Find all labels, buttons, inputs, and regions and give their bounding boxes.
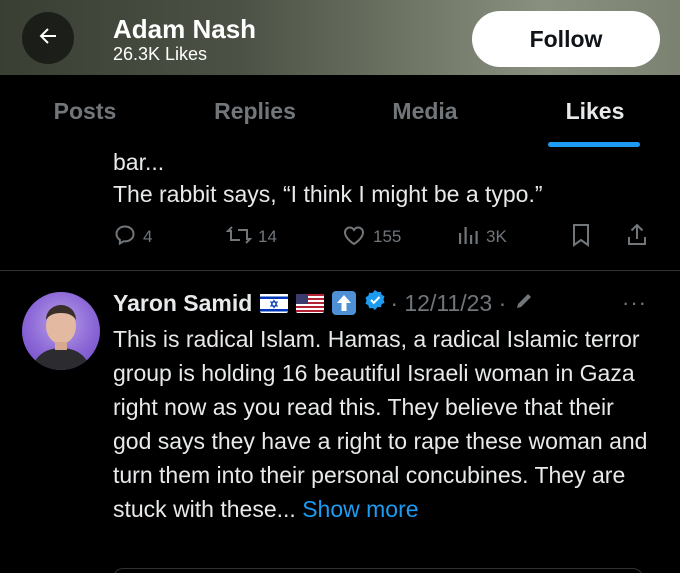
profile-header: Adam Nash 26.3K Likes Follow — [0, 0, 680, 75]
post-date[interactable]: · 12/11/23 · — [390, 290, 506, 317]
bookmark-button[interactable] — [569, 222, 599, 252]
tab-media[interactable]: Media — [340, 75, 510, 147]
more-options-button[interactable]: ··· — [622, 290, 647, 316]
previous-post-actions: 4 14 155 3K — [113, 222, 653, 252]
share-button[interactable] — [625, 222, 655, 252]
reply-count: 4 — [143, 227, 153, 246]
reply-icon — [113, 223, 143, 252]
avatar[interactable] — [22, 292, 100, 370]
view-count: 3K — [486, 227, 507, 246]
show-more-link[interactable]: Show more — [302, 496, 418, 522]
repost-icon — [225, 223, 258, 252]
active-tab-indicator — [548, 142, 640, 147]
previous-post-line: The rabbit says, “I think I might be a t… — [113, 181, 543, 207]
post-body: This is radical Islam. Hamas, a radical … — [113, 322, 658, 526]
repost-button[interactable]: 14 — [225, 222, 277, 252]
likes-count: 26.3K Likes — [113, 44, 208, 64]
post-text: This is radical Islam. Hamas, a radical … — [113, 326, 648, 522]
repost-count: 14 — [258, 227, 277, 246]
bookmark-icon — [569, 222, 599, 253]
like-button[interactable]: 155 — [341, 222, 401, 252]
arrow-left-icon — [36, 24, 60, 53]
israel-flag-icon — [260, 293, 289, 313]
avatar-photo — [32, 305, 90, 370]
reply-button[interactable]: 4 — [113, 222, 152, 252]
tab-posts[interactable]: Posts — [0, 75, 170, 147]
follow-button[interactable]: Follow — [472, 11, 660, 67]
heart-icon — [341, 223, 373, 252]
bar-chart-icon — [456, 223, 486, 252]
verified-badge-icon — [364, 289, 386, 317]
share-icon — [625, 222, 655, 253]
edit-pencil-icon — [514, 290, 534, 317]
profile-name: Adam Nash — [113, 14, 257, 44]
post-divider — [0, 270, 680, 271]
back-button[interactable] — [22, 12, 74, 64]
us-flag-icon — [296, 293, 325, 313]
quoted-post-edge — [113, 568, 643, 573]
post-header: Yaron Samid · 12/11/23 · — [113, 288, 534, 318]
previous-post-line: bar... — [113, 149, 165, 175]
tab-replies[interactable]: Replies — [170, 75, 340, 147]
profile-tabs: Posts Replies Media Likes — [0, 75, 680, 147]
views-button[interactable]: 3K — [456, 222, 507, 252]
previous-post-text: bar... The rabbit says, “I think I might… — [113, 146, 543, 210]
like-count: 155 — [373, 227, 402, 246]
header-title-block: Adam Nash 26.3K Likes — [113, 14, 256, 64]
up-arrow-emoji-icon — [332, 291, 357, 315]
author-name[interactable]: Yaron Samid — [113, 290, 252, 317]
tab-likes[interactable]: Likes — [510, 75, 680, 147]
